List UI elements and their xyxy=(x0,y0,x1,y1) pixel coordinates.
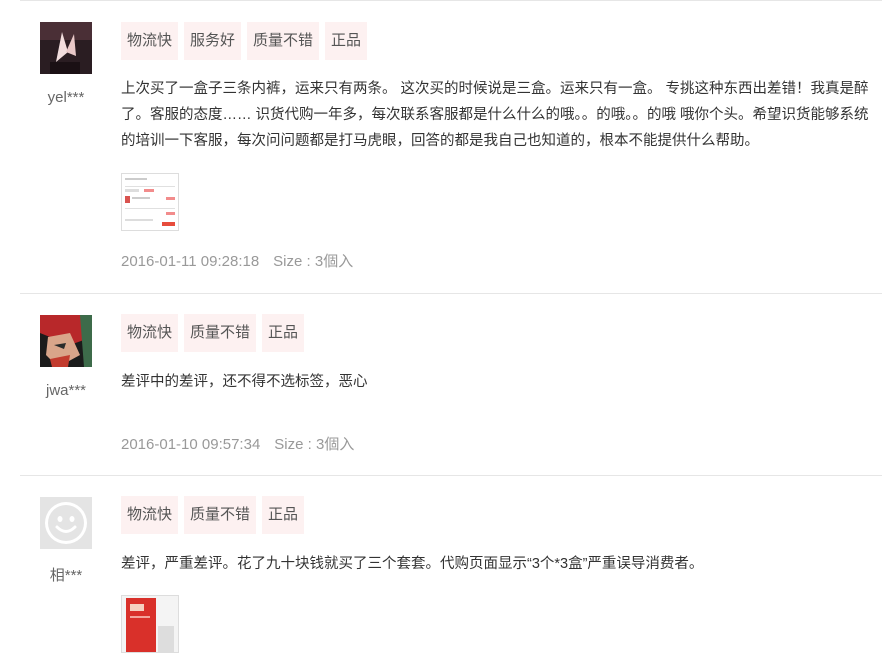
avatar[interactable] xyxy=(40,22,92,74)
tag: 质量不错 xyxy=(184,314,257,352)
review-text: 差评中的差评，还不得不选标签，恶心 xyxy=(121,374,368,390)
tag: 物流快 xyxy=(121,22,179,60)
review-text: 上次买了一盒子三条内裤，运来只有两条。 这次买的时候说是三盒。运来只有一盒。 专… xyxy=(121,81,869,149)
review-meta: 2016-01-11 09:28:18 Size : 3個入 xyxy=(121,250,353,271)
review-item: jwa*** 物流快 质量不错 正品 差评中的差评，还不得不选标签，恶心 201… xyxy=(20,293,882,475)
tag: 物流快 xyxy=(121,314,179,352)
tag: 正品 xyxy=(262,496,305,534)
tag: 质量不错 xyxy=(184,496,257,534)
divider xyxy=(20,293,882,294)
tag: 正品 xyxy=(262,314,305,352)
review-text: 差评，严重差评。花了九十块钱就买了三个套套。代购页面显示“3个*3盒”严重误导消… xyxy=(121,556,704,572)
review-image-thumbnail[interactable] xyxy=(121,173,179,231)
review-size: Size : 3個入 xyxy=(274,436,355,453)
review-item: yel*** 物流快 服务好 质量不错 正品 上次买了一盒子三条内裤，运来只有两… xyxy=(20,0,882,293)
tag-list: 物流快 服务好 质量不错 正品 xyxy=(121,22,368,60)
tag-list: 物流快 质量不错 正品 xyxy=(121,496,305,534)
review-date: 2016-01-10 09:57:34 xyxy=(121,436,261,453)
review-image-thumbnail[interactable] xyxy=(121,595,179,653)
avatar[interactable] xyxy=(40,315,92,367)
tag: 物流快 xyxy=(121,496,179,534)
tag: 质量不错 xyxy=(247,22,320,60)
default-avatar[interactable] xyxy=(40,497,92,549)
review-date: 2016-01-11 09:28:18 xyxy=(121,253,260,270)
username[interactable]: 相*** xyxy=(20,564,112,585)
tag-list: 物流快 质量不错 正品 xyxy=(121,314,305,352)
tag: 服务好 xyxy=(184,22,242,60)
review-size: Size : 3個入 xyxy=(273,253,354,270)
tag: 正品 xyxy=(325,22,368,60)
username[interactable]: jwa*** xyxy=(20,382,112,399)
username[interactable]: yel*** xyxy=(20,89,112,106)
review-item: 相*** 物流快 质量不错 正品 差评，严重差评。花了九十块钱就买了三个套套。代… xyxy=(20,475,882,653)
review-meta: 2016-01-10 09:57:34 Size : 3個入 xyxy=(121,433,354,454)
divider xyxy=(20,0,882,1)
divider xyxy=(20,475,882,476)
